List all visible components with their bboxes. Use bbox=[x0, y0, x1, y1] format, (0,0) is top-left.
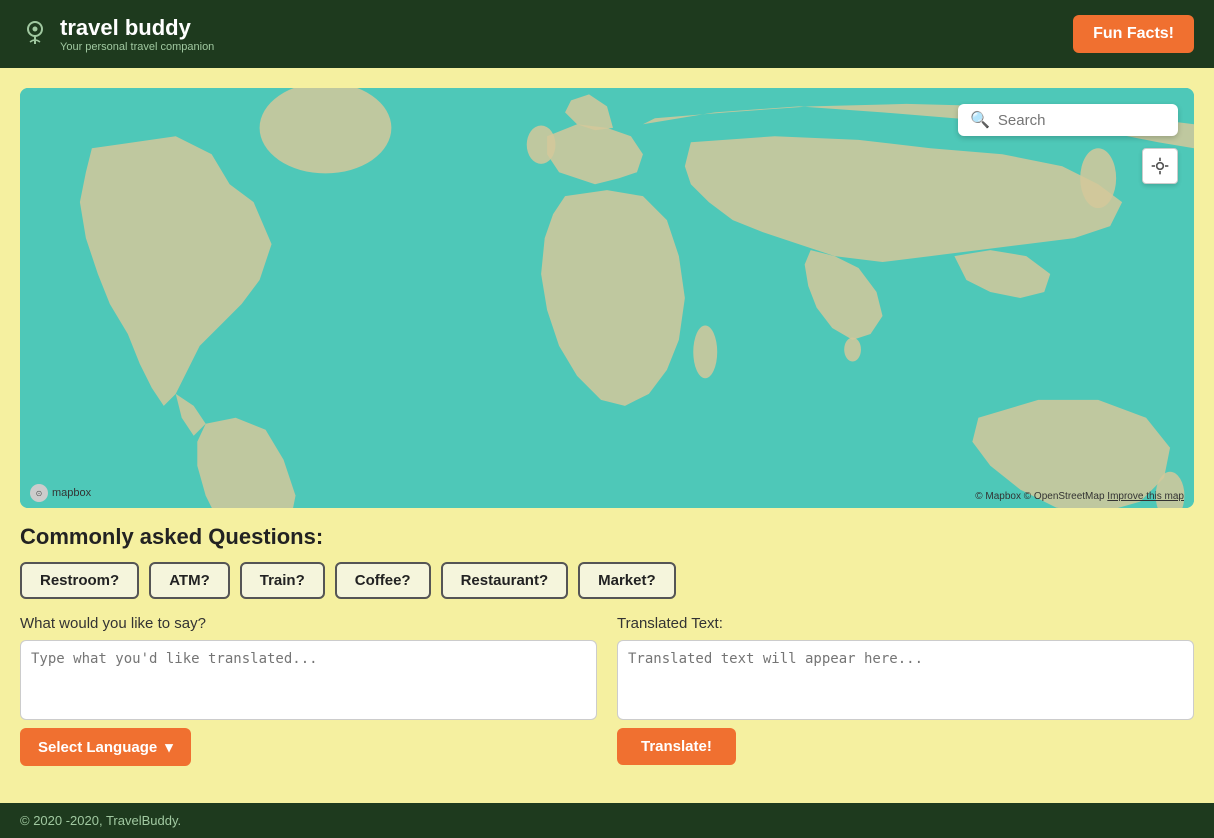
mapbox-logo-circle: ⊙ bbox=[30, 484, 48, 502]
questions-heading: Commonly asked Questions: bbox=[20, 524, 1194, 550]
translation-output-col: Translated Text: Translate! bbox=[617, 615, 1194, 766]
mapbox-logo: ⊙ mapbox bbox=[30, 484, 91, 502]
attribution-text: © Mapbox © OpenStreetMap bbox=[975, 491, 1104, 502]
map-attribution: © Mapbox © OpenStreetMap Improve this ma… bbox=[975, 491, 1184, 502]
translate-button[interactable]: Translate! bbox=[617, 728, 736, 765]
mapbox-label: mapbox bbox=[52, 487, 91, 499]
improve-map-link[interactable]: Improve this map bbox=[1107, 491, 1184, 502]
map-search-box[interactable]: 🔍 bbox=[958, 104, 1178, 136]
logo-icon bbox=[20, 16, 50, 51]
translation-output[interactable] bbox=[617, 640, 1194, 720]
question-market[interactable]: Market? bbox=[578, 562, 676, 599]
location-button[interactable] bbox=[1142, 148, 1178, 184]
translation-input-col: What would you like to say? Select Langu… bbox=[20, 615, 597, 766]
footer-text: © 2020 -2020, TravelBuddy. bbox=[20, 813, 181, 828]
map-container[interactable]: 🔍 ⊙ mapbox © Mapbox © OpenStreetMap Impr… bbox=[20, 88, 1194, 508]
question-atm[interactable]: ATM? bbox=[149, 562, 230, 599]
question-train[interactable]: Train? bbox=[240, 562, 325, 599]
questions-section: Commonly asked Questions: Restroom? ATM?… bbox=[20, 524, 1194, 599]
search-icon: 🔍 bbox=[970, 110, 990, 130]
search-input[interactable] bbox=[998, 112, 1166, 129]
translation-input[interactable] bbox=[20, 640, 597, 720]
output-label: Translated Text: bbox=[617, 615, 1194, 632]
question-coffee[interactable]: Coffee? bbox=[335, 562, 431, 599]
select-language-button[interactable]: Select Language ▾ bbox=[20, 728, 191, 766]
question-restaurant[interactable]: Restaurant? bbox=[441, 562, 569, 599]
dropdown-arrow-icon: ▾ bbox=[165, 738, 173, 756]
question-restroom[interactable]: Restroom? bbox=[20, 562, 139, 599]
location-icon bbox=[1150, 156, 1170, 176]
world-map bbox=[20, 88, 1194, 508]
question-buttons: Restroom? ATM? Train? Coffee? Restaurant… bbox=[20, 562, 1194, 599]
logo-text: travel buddy Your personal travel compan… bbox=[60, 15, 214, 53]
logo-subtitle: Your personal travel companion bbox=[60, 41, 214, 53]
fun-facts-button[interactable]: Fun Facts! bbox=[1073, 15, 1194, 53]
translation-section: What would you like to say? Select Langu… bbox=[20, 615, 1194, 766]
logo-title: travel buddy bbox=[60, 15, 214, 41]
select-language-label: Select Language bbox=[38, 739, 157, 756]
input-label: What would you like to say? bbox=[20, 615, 597, 632]
logo-area: travel buddy Your personal travel compan… bbox=[20, 15, 214, 53]
